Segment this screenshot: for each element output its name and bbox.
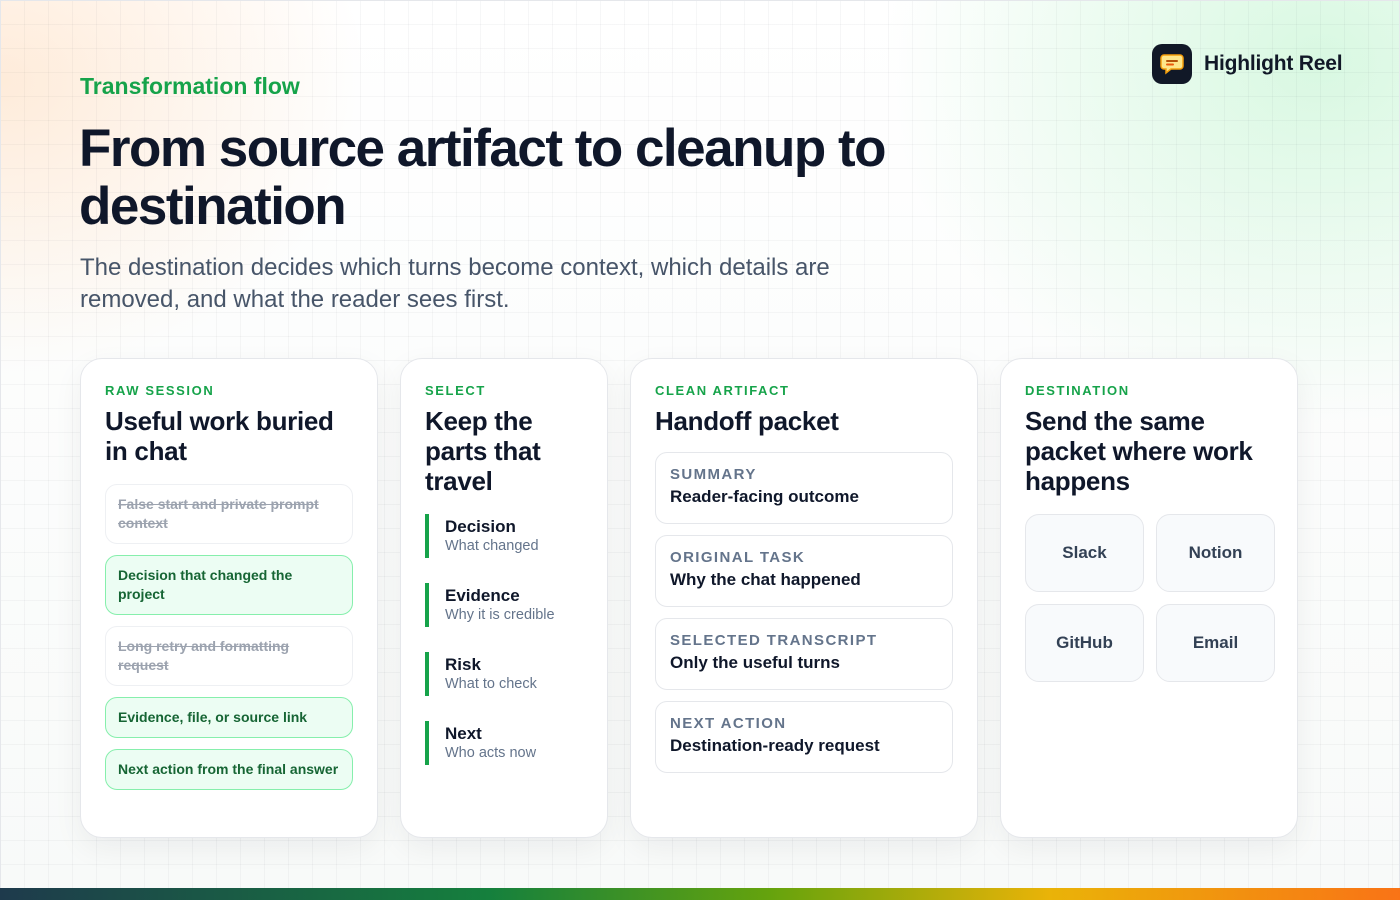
packet-section-list: SUMMARY Reader-facing outcome ORIGINAL T… (655, 452, 953, 773)
card-label: CLEAN ARTIFACT (655, 383, 790, 398)
raw-item-dropped: Long retry and formatting request (105, 626, 353, 686)
select-item-sub: What to check (445, 676, 537, 692)
card-label: SELECT (425, 383, 486, 398)
packet-section-value: Only the useful turns (670, 653, 841, 672)
packet-section-value: Why the chat happened (670, 570, 861, 589)
raw-item-kept: Next action from the final answer (105, 749, 353, 790)
packet-section-label: ORIGINAL TASK (670, 549, 806, 566)
card-label: RAW SESSION (105, 383, 215, 398)
brand-name: Highlight Reel (1204, 52, 1343, 75)
brand: Highlight Reel (1152, 44, 1343, 84)
select-item-title: Next (445, 724, 482, 743)
packet-section-value: Destination-ready request (670, 736, 880, 755)
packet-section-label: SELECTED TRANSCRIPT (670, 632, 878, 649)
page-subtitle: The destination decides which turns beco… (80, 254, 830, 313)
select-item-title: Decision (445, 517, 516, 536)
card-title: Handoff packet (655, 406, 839, 436)
select-item-next: Next Who acts now (425, 721, 583, 765)
select-item-risk: Risk What to check (425, 652, 583, 696)
clean-artifact-card: CLEAN ARTIFACT Handoff packet SUMMARY Re… (630, 358, 978, 838)
raw-session-card: RAW SESSION Useful work buried in chat F… (80, 358, 378, 838)
select-item-sub: Who acts now (445, 745, 537, 761)
chat-bubble-icon (1152, 44, 1192, 84)
raw-item-dropped: False start and private prompt context (105, 484, 353, 544)
destination-github-button[interactable]: GitHub (1025, 604, 1144, 682)
destination-email-button[interactable]: Email (1156, 604, 1275, 682)
page-title: From source artifact to cleanup to desti… (79, 119, 886, 236)
packet-section-label: NEXT ACTION (670, 715, 787, 732)
packet-section-transcript: SELECTED TRANSCRIPT Only the useful turn… (655, 618, 953, 690)
card-title: Keep the parts that travel (425, 406, 541, 496)
select-card: SELECT Keep the parts that travel Decisi… (400, 358, 608, 838)
raw-item-kept: Evidence, file, or source link (105, 697, 353, 738)
destination-notion-button[interactable]: Notion (1156, 514, 1275, 592)
gradient-footer-bar (0, 888, 1400, 900)
select-item-title: Evidence (445, 586, 520, 605)
packet-section-summary: SUMMARY Reader-facing outcome (655, 452, 953, 524)
raw-item-kept: Decision that changed the project (105, 555, 353, 615)
select-item-sub: Why it is credible (445, 607, 555, 623)
packet-section-value: Reader-facing outcome (670, 487, 859, 506)
card-label: DESTINATION (1025, 383, 1130, 398)
card-title: Send the same packet where work happens (1025, 406, 1253, 496)
destination-slack-button[interactable]: Slack (1025, 514, 1144, 592)
select-item-title: Risk (445, 655, 481, 674)
card-title: Useful work buried in chat (105, 406, 334, 466)
select-item-list: Decision What changed Evidence Why it is… (425, 514, 583, 765)
packet-section-label: SUMMARY (670, 466, 757, 483)
destination-grid: Slack Notion GitHub Email (1025, 514, 1275, 682)
select-item-decision: Decision What changed (425, 514, 583, 558)
packet-section-next-action: NEXT ACTION Destination-ready request (655, 701, 953, 773)
eyebrow-label: Transformation flow (80, 73, 300, 99)
select-item-sub: What changed (445, 538, 539, 554)
destination-card: DESTINATION Send the same packet where w… (1000, 358, 1298, 838)
raw-item-list: False start and private prompt context D… (105, 484, 353, 790)
packet-section-original-task: ORIGINAL TASK Why the chat happened (655, 535, 953, 607)
select-item-evidence: Evidence Why it is credible (425, 583, 583, 627)
